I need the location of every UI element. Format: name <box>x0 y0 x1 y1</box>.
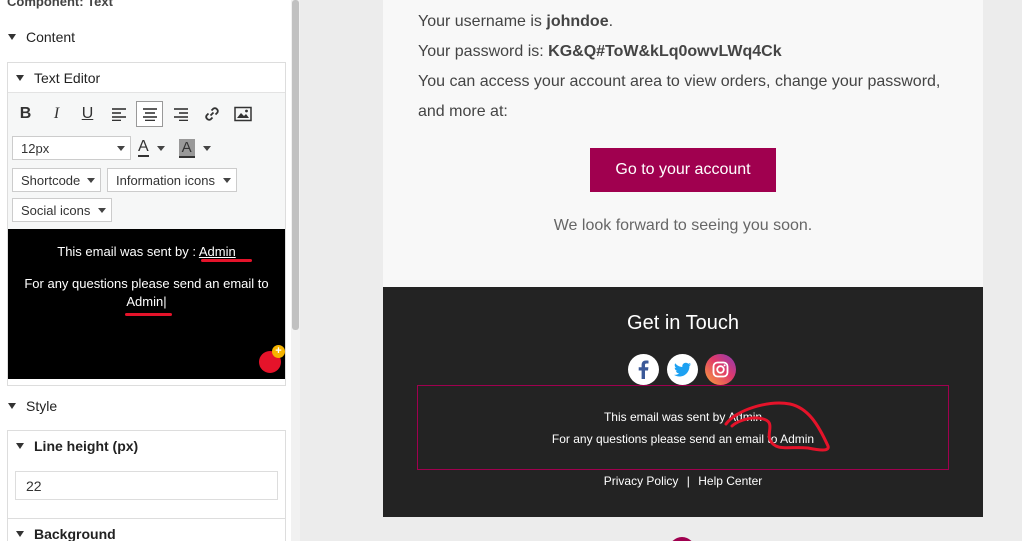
chevron-down-icon <box>117 145 125 151</box>
footer-link-separator: | <box>686 474 690 488</box>
annotation-underline <box>125 313 172 316</box>
chevron-down-icon <box>223 177 231 183</box>
password-value: KG&Q#ToW&kLq0owvLWq4Ck <box>548 43 782 60</box>
bold-button[interactable]: B <box>12 101 39 127</box>
caret-down-icon <box>8 403 16 409</box>
italic-button[interactable]: I <box>43 101 70 127</box>
email-preview: Your username is johndoe. Your password … <box>300 0 1022 541</box>
background-color-icon: A <box>178 138 195 158</box>
align-left-button[interactable] <box>105 101 132 127</box>
scroll-top-icon[interactable] <box>669 537 695 541</box>
email-body: Your username is johndoe. Your password … <box>383 0 983 287</box>
content-section-label: Content <box>26 29 76 45</box>
font-size-select[interactable]: 12px <box>12 136 131 160</box>
instagram-icon[interactable] <box>705 354 736 385</box>
background-color-button[interactable]: A <box>176 135 214 161</box>
social-icons-dropdown[interactable]: Social icons <box>12 198 112 222</box>
style-section-label: Style <box>26 398 58 414</box>
line-height-toggle[interactable]: Line height (px) <box>8 431 285 461</box>
chevron-down-icon <box>98 207 106 213</box>
align-right-icon <box>173 108 188 121</box>
go-to-account-button[interactable]: Go to your account <box>590 148 776 192</box>
line-height-input[interactable]: 22 <box>15 471 278 500</box>
username-value: johndoe <box>546 13 609 30</box>
editor-admin-link[interactable]: Admin <box>199 244 236 259</box>
annotation-circle <box>724 401 830 452</box>
text-editor-toggle[interactable]: Text Editor <box>8 63 285 93</box>
footer-questions-line: For any questions please send an email t… <box>551 432 815 446</box>
insert-link-button[interactable] <box>198 101 225 127</box>
background-box: Background <box>7 518 286 541</box>
account-line-2: and more at: <box>418 103 508 120</box>
text-color-icon: A <box>138 138 149 157</box>
chevron-down-icon <box>87 177 95 183</box>
plus-icon: + <box>272 345 285 358</box>
caret-down-icon <box>8 34 16 40</box>
closing-text: We look forward to seeing you soon. <box>553 217 813 234</box>
footer-sent-by-line: This email was sent by Admin <box>603 410 763 424</box>
editor-admin-text: Admin <box>126 294 164 309</box>
editor-toolbar: B I U 12px A A Shortcode Information ico… <box>8 93 285 229</box>
privacy-policy-link[interactable]: Privacy Policy <box>604 474 679 488</box>
align-left-icon <box>111 108 126 121</box>
link-icon <box>204 107 219 121</box>
information-icons-dropdown[interactable]: Information icons <box>107 168 237 192</box>
align-center-button[interactable] <box>136 101 163 127</box>
text-editor-label: Text Editor <box>34 69 101 86</box>
footer-links: Privacy Policy | Help Center <box>383 474 983 488</box>
username-line: Your username is johndoe. <box>418 13 614 30</box>
line-height-label: Line height (px) <box>34 438 139 454</box>
shortcode-dropdown[interactable]: Shortcode <box>12 168 101 192</box>
text-color-button[interactable]: A <box>135 135 168 161</box>
underline-button[interactable]: U <box>74 101 101 127</box>
account-line-1: You can access your account area to view… <box>418 73 941 90</box>
editor-questions-line: For any questions please send an email t… <box>24 276 269 309</box>
twitter-icon[interactable] <box>667 354 698 385</box>
text-editor-content[interactable]: This email was sent by : Admin For any q… <box>8 229 285 379</box>
insert-image-button[interactable] <box>229 101 256 127</box>
content-section-toggle[interactable]: Content <box>8 29 75 45</box>
align-right-button[interactable] <box>167 101 194 127</box>
caret-down-icon <box>16 74 24 81</box>
align-center-icon <box>142 108 157 121</box>
email-footer: Get in Touch This email was sent by Admi… <box>383 287 983 517</box>
background-toggle[interactable]: Background <box>8 519 285 541</box>
caret-down-icon <box>16 531 24 537</box>
settings-panel: Component: Text Content Text Editor B I … <box>0 0 300 541</box>
image-icon <box>233 106 252 122</box>
caret-down-icon <box>16 443 24 449</box>
background-label: Background <box>34 526 116 541</box>
component-title: Component: Text <box>7 0 113 9</box>
text-editor-box: Text Editor B I U 12px A A Shortcode Inf… <box>7 62 286 386</box>
line-height-box: Line height (px) 22 <box>7 430 286 520</box>
chevron-down-icon <box>156 145 165 151</box>
panel-scrollbar-thumb[interactable] <box>292 0 299 330</box>
facebook-icon[interactable] <box>628 354 659 385</box>
style-section-toggle[interactable]: Style <box>8 398 57 414</box>
password-line: Your password is: KG&Q#ToW&kLq0owvLWq4Ck <box>418 43 782 60</box>
footer-sent-by-box[interactable]: This email was sent by Admin For any que… <box>417 385 949 470</box>
font-size-value: 12px <box>21 140 50 156</box>
chevron-down-icon <box>202 145 211 151</box>
help-center-link[interactable]: Help Center <box>698 474 762 488</box>
annotation-underline <box>201 259 252 262</box>
footer-title: Get in Touch <box>627 312 739 334</box>
